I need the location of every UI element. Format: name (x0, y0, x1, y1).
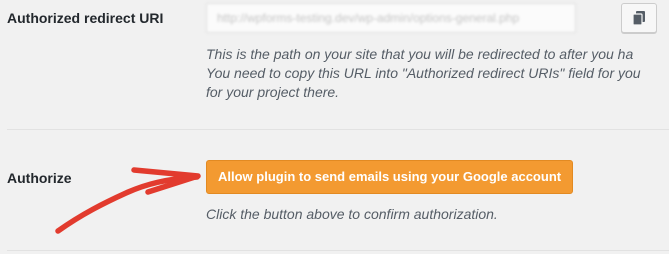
bottom-divider (7, 250, 669, 251)
copy-url-button[interactable] (621, 3, 657, 33)
section-divider (7, 129, 669, 130)
redirect-uri-field[interactable]: http://wpforms-testing.dev/wp-admin/opti… (206, 3, 576, 33)
redirect-uri-description-line-1: This is the path on your site that you w… (206, 46, 634, 62)
authorize-google-button[interactable]: Allow plugin to send emails using your G… (206, 160, 574, 194)
copy-icon (633, 11, 645, 25)
settings-panel: Authorized redirect URI http://wpforms-t… (0, 0, 669, 254)
authorize-label: Authorize (7, 170, 72, 186)
redirect-uri-description-line-2: You need to copy this URL into "Authoriz… (206, 65, 641, 81)
authorize-help-text: Click the button above to confirm author… (206, 206, 498, 222)
redirect-uri-label: Authorized redirect URI (7, 10, 164, 26)
redirect-uri-description-line-3: for your project there. (206, 84, 340, 100)
